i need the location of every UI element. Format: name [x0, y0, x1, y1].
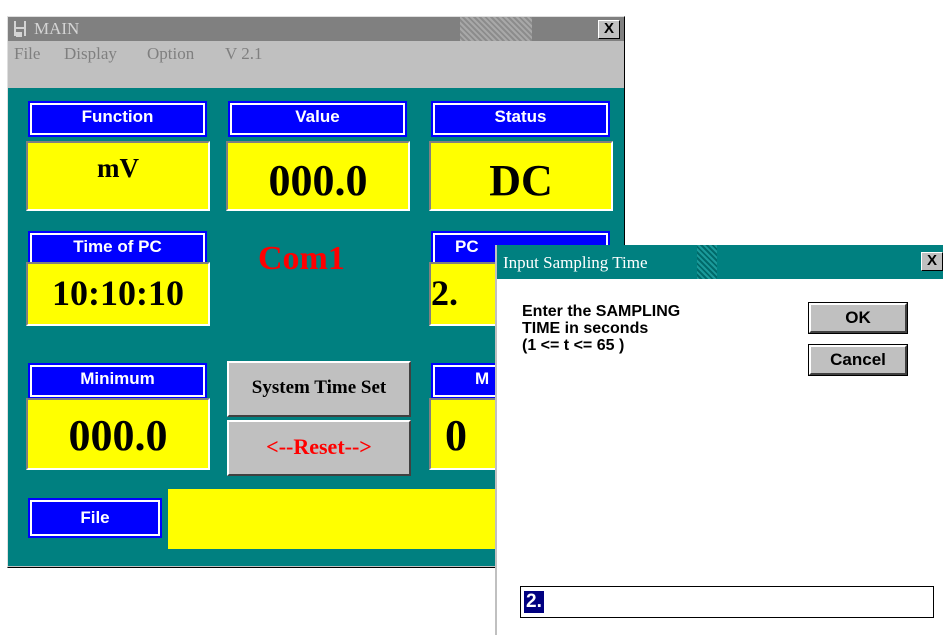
main-close-button[interactable]: X [598, 20, 620, 39]
menu-bar: File Display Option V 2.1 [8, 41, 624, 71]
value-label: Value [228, 101, 407, 137]
dialog-title-bar[interactable]: Input Sampling Time X [497, 245, 943, 279]
prompt-line-3: (1 <= t <= 65 ) [522, 337, 625, 354]
time-of-pc-value: 10:10:10 [26, 262, 210, 326]
sampling-time-input[interactable]: 2. [520, 586, 934, 618]
time-of-pc-label: Time of PC [28, 231, 207, 267]
app-icon [14, 21, 26, 37]
minimum-label: Minimum [28, 363, 207, 399]
menu-version[interactable]: V 2.1 [225, 44, 262, 64]
com-port-label: Com1 [258, 240, 345, 277]
menu-option[interactable]: Option [147, 44, 194, 64]
sampling-time-dialog: Input Sampling Time X Enter the SAMPLING… [495, 245, 943, 635]
dialog-title: Input Sampling Time [503, 253, 648, 272]
prompt-line-2: TIME in seconds [522, 320, 649, 337]
title-dither [460, 17, 532, 41]
menu-display[interactable]: Display [64, 44, 117, 64]
function-label: Function [28, 101, 207, 137]
minimum-value: 000.0 [26, 398, 210, 470]
input-selected-text: 2. [524, 591, 544, 613]
file-label: File [28, 498, 162, 538]
dialog-close-button[interactable]: X [921, 252, 943, 271]
value-display: 000.0 [226, 141, 410, 211]
status-label: Status [431, 101, 610, 137]
system-time-set-button[interactable]: System Time Set [227, 361, 411, 417]
function-value: mV [26, 141, 210, 211]
prompt-line-1: Enter the SAMPLING [522, 303, 681, 320]
main-title-bar[interactable]: MAIN X [8, 17, 624, 41]
menu-file[interactable]: File [14, 44, 40, 64]
dialog-title-dither [697, 245, 717, 279]
main-title: MAIN [34, 19, 80, 38]
close-icon: X [926, 252, 937, 269]
ok-button[interactable]: OK [808, 302, 908, 334]
close-icon: X [603, 20, 614, 37]
status-value: DC [429, 141, 613, 211]
reset-button[interactable]: <--Reset--> [227, 420, 411, 476]
cancel-button[interactable]: Cancel [808, 344, 908, 376]
dialog-prompt: Enter the SAMPLING TIME in seconds (1 <=… [522, 303, 680, 354]
